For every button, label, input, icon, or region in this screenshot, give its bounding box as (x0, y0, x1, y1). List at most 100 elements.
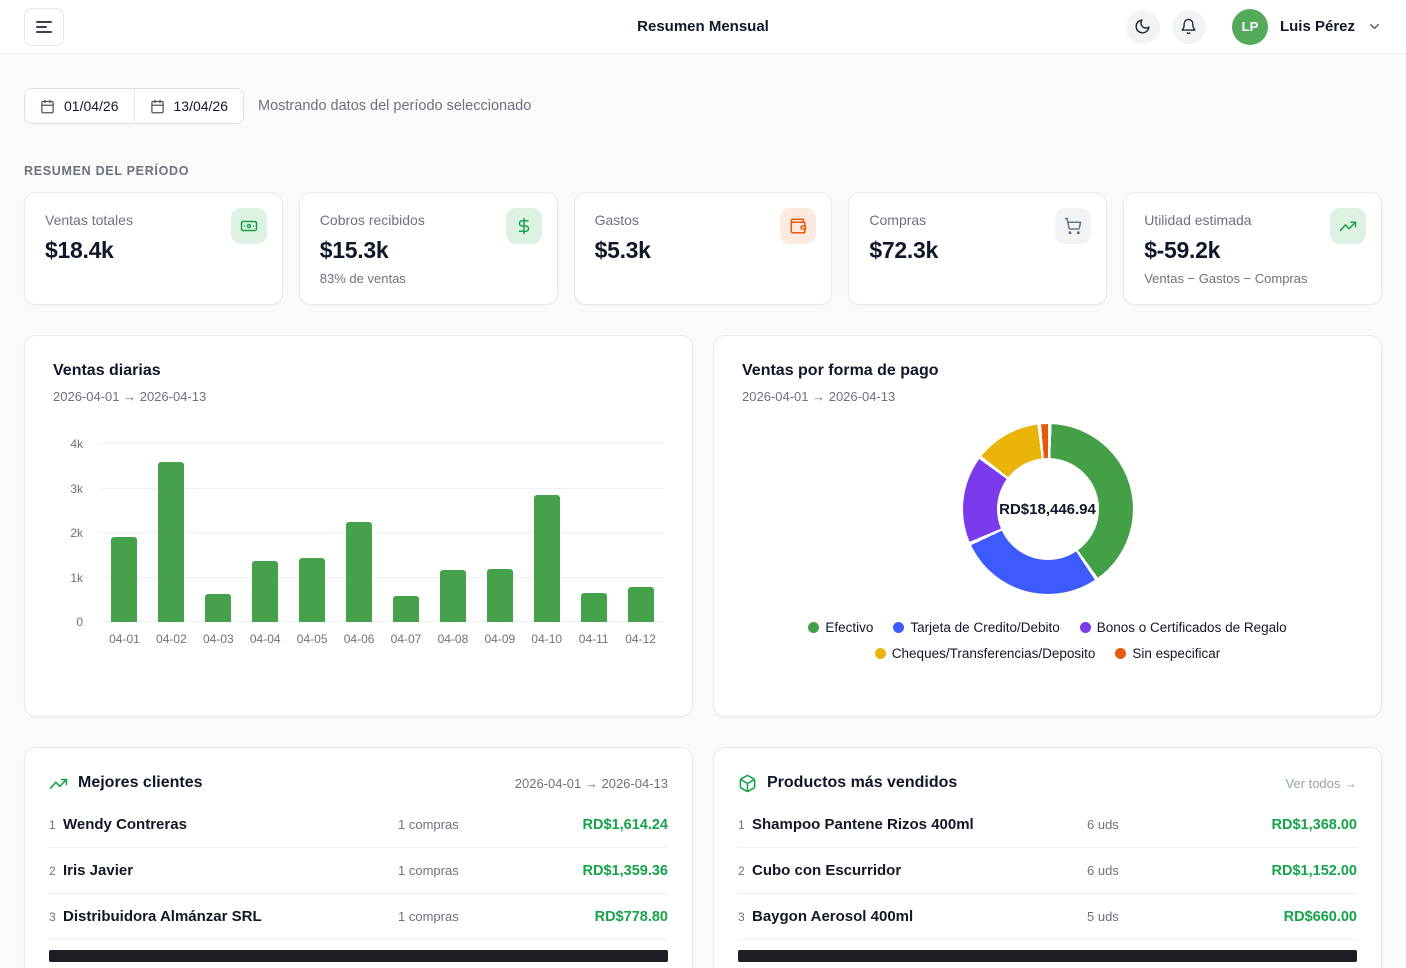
x-tick-label: 04-05 (289, 632, 336, 646)
date-start-input[interactable]: 01/04/26 (25, 89, 134, 123)
bar (628, 587, 654, 622)
bar-slot (336, 522, 383, 622)
chart-subtitle: 2026-04-01 → 2026-04-13 (53, 389, 664, 404)
bar (299, 558, 325, 622)
kpi-label: Utilidad estimada (1144, 212, 1361, 228)
kpi-value: $72.3k (869, 237, 1086, 264)
kpi-value: $5.3k (595, 237, 812, 264)
x-tick-label: 04-04 (242, 632, 289, 646)
chevron-down-icon[interactable] (1367, 19, 1382, 34)
bar-slot (242, 561, 289, 622)
dark-mode-button[interactable] (1126, 10, 1160, 44)
chart-subtitle: 2026-04-01 → 2026-04-13 (742, 389, 1353, 404)
client-purchases: 1 compras (398, 909, 518, 924)
user-avatar[interactable]: LP (1232, 9, 1268, 45)
x-tick-label: 04-08 (429, 632, 476, 646)
client-row: 1 Wendy Contreras 1 compras RD$1,614.24 (49, 802, 668, 848)
date-range-picker: 01/04/26 13/04/26 (24, 88, 244, 124)
legend-item: Efectivo (808, 620, 873, 635)
clipped-next-row (49, 950, 668, 962)
clients-rows: 1 Wendy Contreras 1 compras RD$1,614.24 … (49, 802, 668, 962)
banknote-icon (231, 208, 267, 244)
user-name[interactable]: Luis Pérez (1280, 18, 1355, 35)
kpi-value: $-59.2k (1144, 237, 1361, 264)
row-rank: 2 (738, 864, 752, 878)
list-period: 2026-04-01 → 2026-04-13 (515, 776, 668, 791)
kpi-value: $15.3k (320, 237, 537, 264)
list-header: Productos más vendidos Ver todos → (738, 770, 1357, 796)
top-bar: Resumen Mensual LP Luis Pérez (0, 0, 1406, 54)
product-units: 6 uds (1087, 863, 1207, 878)
kpi-label: Cobros recibidos (320, 212, 537, 228)
y-tick-label: 3k (70, 482, 83, 496)
product-amount: RD$660.00 (1207, 909, 1357, 925)
kpi-label: Gastos (595, 212, 812, 228)
x-tick-label: 04-01 (101, 632, 148, 646)
bar-chart: 01k2k3k4k (53, 444, 664, 622)
product-row: 1 Shampoo Pantene Rizos 400ml 6 uds RD$1… (738, 802, 1357, 848)
date-end-input[interactable]: 13/04/26 (134, 89, 244, 123)
product-amount: RD$1,152.00 (1207, 863, 1357, 879)
y-tick-label: 1k (70, 571, 83, 585)
kpi-cobros-recibidos: Cobros recibidos $15.3k 83% de ventas (299, 192, 558, 305)
row-rank: 1 (738, 818, 752, 832)
kpi-gastos: Gastos $5.3k (574, 192, 833, 305)
y-tick-label: 2k (70, 526, 83, 540)
legend-dot (1080, 622, 1091, 633)
ver-todos-link[interactable]: Ver todos → (1285, 776, 1357, 791)
client-name: Iris Javier (63, 862, 398, 879)
bar-slot (523, 495, 570, 622)
bar (111, 537, 137, 622)
kpi-label: Ventas totales (45, 212, 262, 228)
bar-plot (101, 444, 664, 622)
bar (534, 495, 560, 622)
notifications-button[interactable] (1172, 10, 1206, 44)
donut-center-label: RD$18,446.94 (963, 424, 1133, 594)
cart-icon (1055, 208, 1091, 244)
product-units: 6 uds (1087, 817, 1207, 832)
client-amount: RD$778.80 (518, 909, 668, 925)
section-label: RESUMEN DEL PERÍODO (24, 164, 1382, 178)
kpi-subtext: Ventas − Gastos − Compras (1144, 271, 1361, 286)
date-start-value: 01/04/26 (64, 98, 119, 114)
mejores-clientes-card: Mejores clientes 2026-04-01 → 2026-04-13… (24, 747, 693, 968)
kpi-label: Compras (869, 212, 1086, 228)
legend-dot (1115, 648, 1126, 659)
legend-item: Sin especificar (1115, 646, 1220, 661)
legend-dot (893, 622, 904, 633)
list-header: Mejores clientes 2026-04-01 → 2026-04-13 (49, 770, 668, 796)
calendar-icon (150, 99, 165, 114)
kpi-utilidad-estimada: Utilidad estimada $-59.2k Ventas − Gasto… (1123, 192, 1382, 305)
list-title: Productos más vendidos (767, 774, 957, 792)
donut-area: RD$18,446.94 Efectivo Tarjeta de Credito… (742, 404, 1353, 661)
package-icon (738, 774, 757, 793)
menu-button[interactable] (24, 8, 64, 46)
client-purchases: 1 compras (398, 863, 518, 878)
bar (487, 569, 513, 622)
bar-x-labels: 04-0104-0204-0304-0404-0504-0604-0704-08… (101, 632, 664, 646)
legend-label: Sin especificar (1132, 646, 1220, 661)
client-amount: RD$1,359.36 (518, 863, 668, 879)
legend-dot (808, 622, 819, 633)
bar (440, 570, 466, 622)
product-row: 3 Baygon Aerosol 400ml 5 uds RD$660.00 (738, 894, 1357, 940)
charts-row: Ventas diarias 2026-04-01 → 2026-04-13 0… (24, 335, 1382, 717)
ventas-forma-pago-card: Ventas por forma de pago 2026-04-01 → 20… (713, 335, 1382, 717)
product-name: Baygon Aerosol 400ml (752, 908, 1087, 925)
kpi-cards: Ventas totales $18.4k Cobros recibidos $… (24, 192, 1382, 305)
bar-slot (476, 569, 523, 622)
bar-slot (101, 537, 148, 622)
bar-slot (289, 558, 336, 622)
x-tick-label: 04-12 (617, 632, 664, 646)
header-actions: LP Luis Pérez (1126, 9, 1382, 45)
lists-row: Mejores clientes 2026-04-01 → 2026-04-13… (24, 747, 1382, 968)
bar-slot (429, 570, 476, 622)
client-purchases: 1 compras (398, 817, 518, 832)
moon-icon (1134, 18, 1151, 35)
filter-hint-text: Mostrando datos del período seleccionado (258, 98, 531, 114)
legend-label: Efectivo (825, 620, 873, 635)
legend-dot (875, 648, 886, 659)
ventas-diarias-card: Ventas diarias 2026-04-01 → 2026-04-13 0… (24, 335, 693, 717)
chart-title: Ventas por forma de pago (742, 362, 1353, 380)
x-tick-label: 04-09 (476, 632, 523, 646)
